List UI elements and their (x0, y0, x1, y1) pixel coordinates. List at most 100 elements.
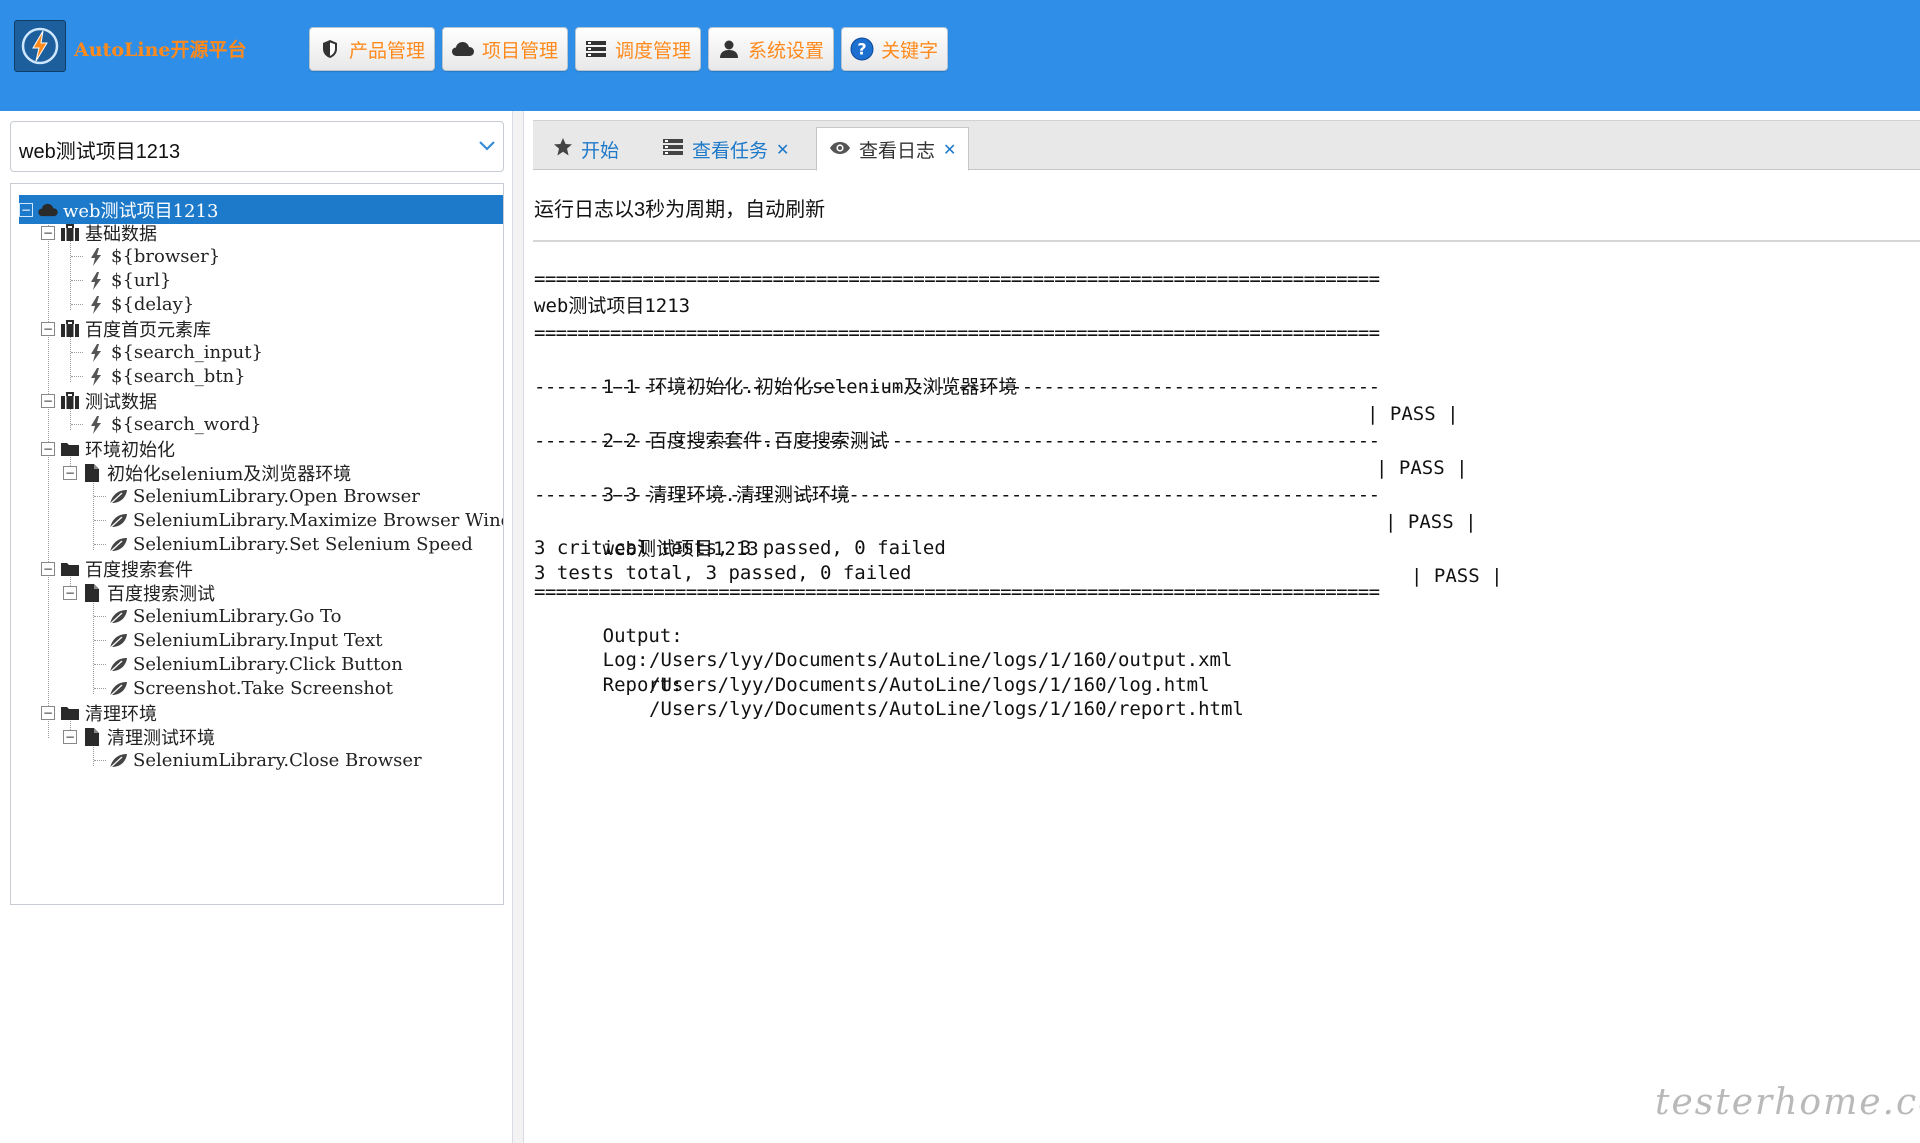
tab-bar: 开始 查看任务 ✕ 查看日志 ✕ (533, 120, 1920, 171)
top-header: AutoLine开源平台 产品管理 项目管理 调度管理 系统设置 ? 关键字 (0, 0, 1920, 111)
bolt-icon (85, 270, 107, 292)
list-icon (662, 138, 684, 161)
tab-view-tasks[interactable]: 查看任务 ✕ (650, 127, 801, 171)
tree-connector (71, 280, 83, 281)
log-test-row: 2-2 百度搜索套件.百度搜索测试 | PASS | (534, 401, 1527, 479)
log-summary-name: web测试项目1213 (602, 538, 759, 560)
leaf-icon (107, 486, 129, 508)
project-tree: − web测试项目1213 − 基础数据 ${browser} ${url} $… (10, 183, 504, 905)
tree-connector (94, 688, 106, 689)
log-view: 运行日志以3秒为周期，自动刷新 ========================… (533, 171, 1920, 1143)
log-log-row: Log: /Users/lyy/Documents/AutoLine/logs/… (534, 624, 1527, 696)
project-select-value: web测试项目1213 (19, 141, 181, 163)
collapse-toggle[interactable]: − (41, 441, 55, 456)
tree-node-label: SeleniumLibrary.Open Browser (133, 486, 420, 507)
folder-icon (59, 438, 81, 460)
log-suite-header: web测试项目1213 (534, 295, 691, 317)
collapse-toggle[interactable]: − (19, 202, 33, 217)
nav-label: 调度管理 (615, 39, 692, 62)
leaf-icon (107, 606, 129, 628)
tab-label: 查看任务 (692, 139, 769, 162)
log-summary-row: web测试项目1213 | PASS | (534, 509, 1527, 587)
tree-connector (94, 664, 106, 665)
collapse-toggle[interactable]: − (63, 465, 77, 480)
bolt-icon (85, 342, 107, 364)
tree-node-label: Screenshot.Take Screenshot (133, 678, 393, 699)
leaf-icon (107, 654, 129, 676)
shield-icon (318, 37, 342, 61)
leaf-icon (107, 630, 129, 652)
file-icon (81, 726, 103, 748)
tree-connector (94, 616, 106, 617)
tree-connector (71, 256, 83, 257)
collapse-toggle[interactable]: − (63, 729, 77, 744)
log-test-name: 3-3 清理环境.清理测试环境 (602, 484, 850, 506)
collapse-toggle[interactable]: − (41, 705, 55, 720)
briefcase-icon (59, 222, 81, 244)
log-report-row: Report: /Users/lyy/Documents/AutoLine/lo… (534, 648, 1527, 721)
log-separator-double: ========================================… (534, 585, 1380, 599)
leaf-icon (107, 510, 129, 532)
svg-text:?: ? (857, 40, 866, 59)
help-icon: ? (850, 37, 874, 61)
nav-label: 产品管理 (349, 39, 426, 62)
tree-node-label: SeleniumLibrary.Maximize Browser Window (133, 510, 504, 531)
nav-keywords[interactable]: ? 关键字 (841, 27, 949, 71)
close-icon[interactable]: ✕ (943, 140, 956, 159)
tree-connector (71, 352, 83, 353)
bolt-icon (85, 294, 107, 316)
tab-start[interactable]: 开始 (541, 127, 631, 171)
tree-node-label: ${search_word} (111, 414, 262, 435)
nav-schedule-management[interactable]: 调度管理 (575, 27, 702, 71)
tree-connector (94, 496, 106, 497)
nav-product-management[interactable]: 产品管理 (309, 27, 436, 71)
bolt-icon (85, 414, 107, 436)
eye-icon (829, 138, 851, 160)
nav-project-management[interactable]: 项目管理 (442, 27, 569, 71)
tree-node-step[interactable]: SeleniumLibrary.Close Browser (107, 746, 422, 775)
tree-node-label: ${url} (111, 270, 172, 291)
star-icon (553, 137, 573, 162)
log-test-row: 1-1 环境初始化.初始化selenium及浏览器环境 | PASS | (534, 347, 1527, 425)
collapse-toggle[interactable]: − (41, 393, 55, 408)
collapse-toggle[interactable]: − (63, 585, 77, 600)
nav-system-settings[interactable]: 系统设置 (708, 27, 835, 71)
tree-connector (71, 304, 83, 305)
tab-label: 开始 (581, 139, 620, 162)
tree-connector (94, 544, 106, 545)
collapse-toggle[interactable]: − (41, 225, 55, 240)
divider (533, 240, 1920, 242)
tree-node-label: ${search_btn} (111, 366, 246, 387)
tree-node-label: SeleniumLibrary.Close Browser (133, 750, 422, 771)
file-icon (81, 462, 103, 484)
close-icon[interactable]: ✕ (776, 140, 789, 159)
tab-label: 查看日志 (859, 139, 936, 162)
log-report-label: Report: (602, 673, 683, 696)
tab-view-logs[interactable]: 查看日志 ✕ (816, 127, 970, 171)
collapse-toggle[interactable]: − (41, 561, 55, 576)
bolt-icon (85, 366, 107, 388)
log-report-path: /Users/lyy/Documents/AutoLine/logs/1/160… (649, 698, 1244, 720)
collapse-toggle[interactable]: − (41, 321, 55, 336)
tree-node-label: ${delay} (111, 294, 195, 315)
log-separator-double: ========================================… (534, 322, 1380, 344)
tree-node-label: ${browser} (111, 246, 221, 267)
tree-node-label: SeleniumLibrary.Go To (133, 606, 342, 627)
panel-splitter[interactable] (512, 111, 524, 1143)
nav-label: 项目管理 (482, 39, 559, 62)
log-test-name: 2-2 百度搜索套件.百度搜索测试 (602, 430, 888, 452)
log-test-name: 1-1 环境初始化.初始化selenium及浏览器环境 (602, 376, 1018, 398)
app-logo[interactable] (14, 20, 66, 72)
file-icon (81, 582, 103, 604)
user-icon (717, 37, 741, 61)
leaf-icon (107, 678, 129, 700)
nav-label: 关键字 (881, 39, 939, 62)
folder-icon (59, 702, 81, 724)
briefcase-icon (59, 390, 81, 412)
project-select[interactable]: web测试项目1213 (10, 121, 504, 172)
app-title: AutoLine开源平台 (74, 39, 247, 61)
tree-node-label: ${search_input} (111, 342, 263, 363)
chevron-down-icon[interactable] (477, 135, 497, 159)
refresh-note: 运行日志以3秒为周期，自动刷新 (534, 199, 826, 221)
tree-node-label: SeleniumLibrary.Click Button (133, 654, 403, 675)
